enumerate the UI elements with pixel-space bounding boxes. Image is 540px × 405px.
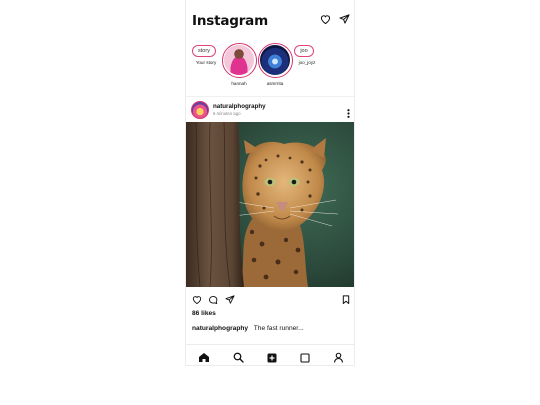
stories-bar: story Your story hannah asmrrita joo joo… bbox=[190, 43, 354, 89]
home-icon[interactable] bbox=[198, 350, 210, 365]
story-ring: story bbox=[192, 45, 216, 57]
comment-icon[interactable] bbox=[208, 291, 218, 309]
instagram-app: Instagram story Your story hannah asmrri… bbox=[185, 0, 355, 366]
profile-icon[interactable] bbox=[333, 350, 344, 365]
more-options-icon[interactable] bbox=[347, 105, 350, 123]
likes-count[interactable]: 86 likes bbox=[192, 310, 216, 317]
story-label: Your story bbox=[195, 60, 217, 65]
avatar bbox=[224, 45, 255, 76]
story-your-story[interactable]: story Your story bbox=[192, 45, 220, 65]
send-icon[interactable] bbox=[225, 291, 235, 309]
add-post-icon[interactable] bbox=[267, 350, 277, 365]
story-label: asmrrita bbox=[266, 80, 284, 86]
bottom-navigation bbox=[186, 344, 354, 365]
post-image[interactable] bbox=[186, 122, 354, 287]
send-icon[interactable] bbox=[339, 14, 350, 24]
top-actions bbox=[320, 14, 350, 24]
post-actions bbox=[186, 289, 354, 305]
story-ring bbox=[258, 43, 293, 78]
top-bar: Instagram bbox=[186, 0, 354, 40]
heart-icon[interactable] bbox=[192, 291, 202, 309]
story-ring: joo bbox=[294, 45, 314, 57]
story-hannah[interactable]: hannah bbox=[222, 43, 257, 86]
story-label: joo_joyz bbox=[298, 60, 316, 65]
story-asmrrita[interactable]: asmrrita bbox=[258, 43, 293, 86]
app-logo: Instagram bbox=[192, 13, 268, 29]
post-username[interactable]: naturalphography bbox=[213, 103, 266, 110]
reels-icon[interactable] bbox=[300, 350, 310, 365]
avatar bbox=[260, 45, 291, 76]
story-joo-joyz[interactable]: joo joo_joyz bbox=[294, 45, 320, 65]
caption-username[interactable]: naturalphography bbox=[192, 325, 248, 332]
heart-icon[interactable] bbox=[320, 14, 331, 24]
bookmark-icon[interactable] bbox=[342, 291, 350, 309]
post-avatar[interactable] bbox=[191, 101, 209, 119]
leopard-photo bbox=[186, 122, 354, 287]
caption-text: The fast runner... bbox=[253, 325, 304, 332]
post-header: naturalphography 6 minutes ago bbox=[186, 96, 354, 123]
search-icon[interactable] bbox=[233, 350, 244, 365]
post-caption: naturalphography The fast runner... bbox=[192, 325, 304, 332]
story-ring bbox=[222, 43, 257, 78]
post-timestamp: 6 minutes ago bbox=[213, 111, 241, 116]
story-label: hannah bbox=[231, 80, 247, 86]
